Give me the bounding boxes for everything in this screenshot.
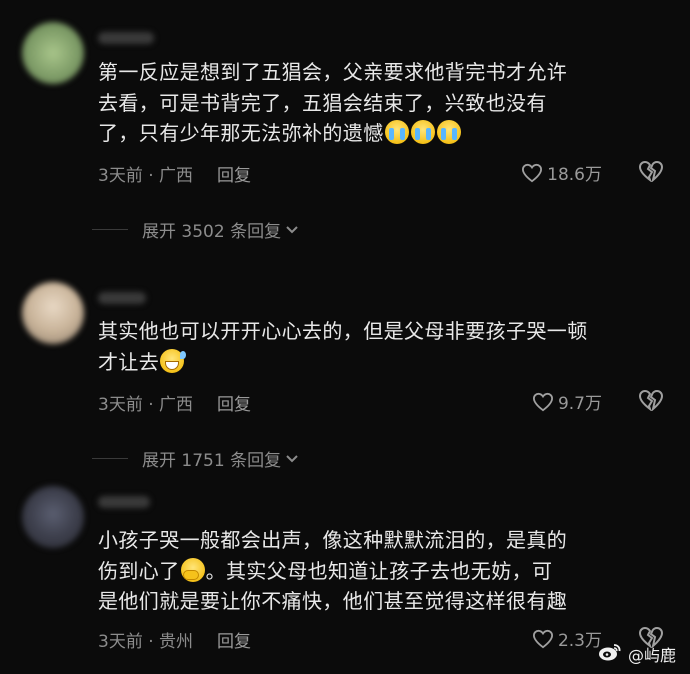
like-button[interactable]: 2.3万 [532, 626, 602, 651]
time-location: 3天前 · 广西 [98, 395, 194, 415]
comment-line-text: 才让去 [98, 349, 160, 374]
comment-line: 去看，可是书背完了，五猖会结束了，兴致也没有 [98, 90, 547, 115]
comment-text: 其实他也可以开开心心去的，但是父母非要孩子哭一顿 才让去 [98, 316, 663, 377]
comment-line-text: 了，只有少年那无法弥补的遗憾 [98, 121, 384, 145]
loudly-crying-emoji [410, 120, 435, 144]
heart-icon [532, 629, 554, 649]
like-button[interactable]: 18.6万 [521, 160, 602, 185]
comment-line: 第一反应是想到了五猖会，父亲要求他背完书才允许 [98, 60, 568, 84]
comment-line: 才让去 [98, 347, 663, 378]
comment-line: 了，只有少年那无法弥补的遗憾 [98, 118, 663, 149]
weibo-logo-icon [598, 642, 622, 666]
comment-line: 小孩子哭一般都会出声，像这种默默流泪的，是真的 [98, 528, 568, 552]
watermark-text: @屿鹿 [627, 646, 676, 665]
like-count: 2.3万 [557, 631, 602, 651]
like-button[interactable]: 9.7万 [532, 389, 602, 414]
loudly-crying-emoji [384, 120, 409, 144]
expand-replies-label: 展开 3502 条回复 [142, 222, 282, 242]
heart-icon [521, 163, 543, 183]
expand-replies-label: 展开 1751 条回复 [142, 451, 282, 471]
like-count: 18.6万 [547, 165, 602, 185]
time-location: 3天前 · 广西 [98, 166, 194, 186]
watermark: @屿鹿 [598, 642, 676, 666]
broken-heart-icon [638, 160, 664, 182]
reply-button[interactable]: 回复 [217, 632, 251, 652]
username[interactable] [98, 32, 154, 44]
avatar[interactable] [22, 22, 84, 84]
chevron-down-icon [281, 220, 299, 240]
broken-heart-icon [638, 389, 664, 411]
comment-text: 第一反应是想到了五猖会，父亲要求他背完书才允许 去看，可是书背完了，五猖会结束了… [98, 57, 663, 149]
reply-button[interactable]: 回复 [217, 395, 251, 415]
comment-line-text: 伤到心了 [98, 558, 180, 583]
loudly-crying-emoji [436, 120, 461, 144]
expand-replies[interactable]: 展开 3502 条回复 [92, 217, 299, 242]
avatar[interactable] [22, 282, 84, 344]
comment-line: 其实他也可以开开心心去的，但是父母非要孩子哭一顿 [98, 319, 588, 343]
dislike-button[interactable] [638, 389, 664, 411]
time-location: 3天前 · 贵州 [98, 632, 194, 652]
avatar[interactable] [22, 486, 84, 548]
divider [92, 458, 128, 459]
comment-meta: 3天前 · 广西 回复 [98, 161, 251, 186]
reply-button[interactable]: 回复 [217, 166, 251, 186]
grinning-sweat-emoji [160, 348, 187, 373]
comment-line: 是他们就是要让你不痛快，他们甚至觉得这样很有趣 [98, 589, 568, 613]
username[interactable] [98, 496, 150, 508]
expand-replies[interactable]: 展开 1751 条回复 [92, 446, 299, 471]
heart-icon [532, 392, 554, 412]
username[interactable] [98, 292, 146, 304]
divider [92, 229, 128, 230]
like-count: 9.7万 [557, 394, 602, 414]
comment-meta: 3天前 · 广西 回复 [98, 390, 251, 415]
comment-meta: 3天前 · 贵州 回复 [98, 627, 251, 652]
chevron-down-icon [281, 449, 299, 469]
comment-text: 小孩子哭一般都会出声，像这种默默流泪的，是真的 伤到心了 。其实父母也知道让孩子去… [98, 525, 663, 617]
shy-face-emoji [180, 557, 205, 582]
comment-line-text: 。其实父母也知道让孩子去也无妨，可 [205, 558, 553, 583]
dislike-button[interactable] [638, 160, 664, 182]
comment-line: 伤到心了 。其实父母也知道让孩子去也无妨，可 [98, 556, 663, 587]
